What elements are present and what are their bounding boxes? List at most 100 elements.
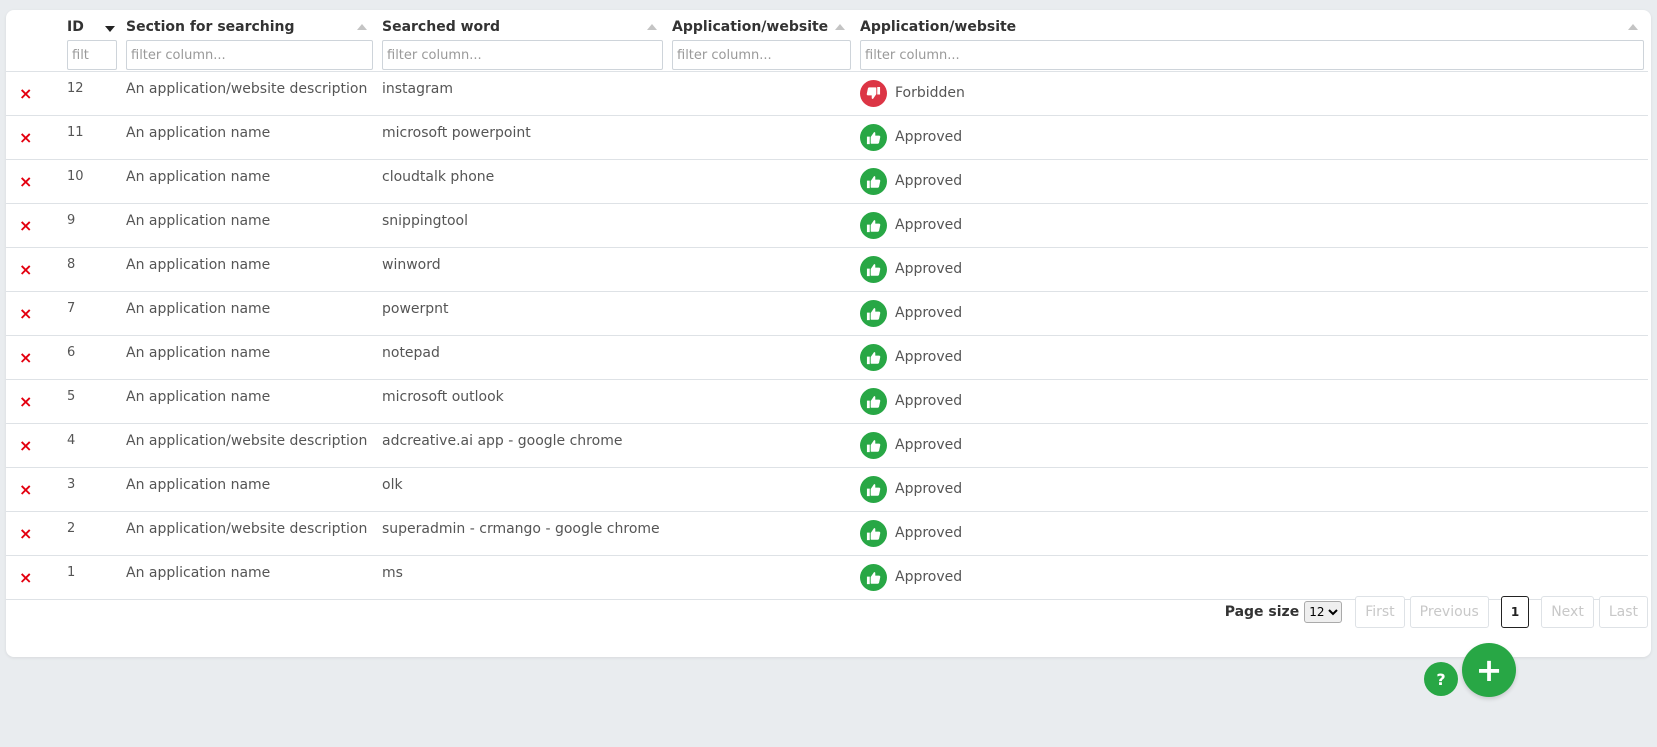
status-label: Approved bbox=[895, 261, 963, 277]
searched-word-cell: instagram bbox=[377, 71, 667, 116]
thumbs-up-icon[interactable] bbox=[860, 343, 887, 371]
actions-cell: × bbox=[6, 423, 62, 468]
thumbs-up-icon[interactable] bbox=[860, 255, 887, 283]
add-record-button[interactable]: + bbox=[1462, 643, 1516, 697]
next-page-button[interactable]: Next bbox=[1541, 596, 1594, 628]
thumbs-up-icon[interactable] bbox=[860, 211, 887, 239]
table-row: × 8 An application name winword Approved bbox=[6, 247, 1648, 292]
searched-word-cell: microsoft outlook bbox=[377, 379, 667, 424]
sort-desc-icon[interactable] bbox=[105, 26, 115, 32]
delete-icon[interactable]: × bbox=[11, 348, 32, 367]
table-row: × 2 An application/website description supe… bbox=[6, 511, 1648, 556]
help-button[interactable]: ? bbox=[1424, 662, 1458, 696]
status-badge: Approved bbox=[860, 563, 1643, 591]
header-id[interactable]: ID bbox=[62, 10, 121, 72]
id-cell: 4 bbox=[62, 423, 121, 468]
status-badge: Approved bbox=[860, 519, 1643, 547]
application-cell bbox=[667, 115, 855, 160]
first-page-button[interactable]: First bbox=[1355, 596, 1405, 628]
header-searched-word[interactable]: Searched word bbox=[377, 10, 667, 72]
thumbs-up-icon[interactable] bbox=[860, 519, 887, 547]
header-id-label[interactable]: ID bbox=[67, 19, 84, 35]
status-label: Approved bbox=[895, 481, 963, 497]
filter-section-input[interactable] bbox=[126, 40, 373, 70]
thumbs-up-icon[interactable] bbox=[860, 167, 887, 195]
status-cell: Approved bbox=[855, 423, 1648, 468]
status-label: Approved bbox=[895, 217, 963, 233]
header-application-label[interactable]: Application/website bbox=[672, 19, 828, 35]
section-cell: An application name bbox=[121, 379, 377, 424]
thumbs-up-icon[interactable] bbox=[860, 431, 887, 459]
filter-id-input[interactable] bbox=[67, 40, 117, 70]
delete-icon[interactable]: × bbox=[11, 524, 32, 543]
table-row: × 4 An application/website description adcr… bbox=[6, 423, 1648, 468]
thumbs-down-icon[interactable] bbox=[860, 79, 887, 107]
sort-asc-icon[interactable] bbox=[1628, 24, 1638, 30]
delete-icon[interactable]: × bbox=[11, 568, 32, 587]
filter-application-input[interactable] bbox=[672, 40, 851, 70]
thumbs-up-icon[interactable] bbox=[860, 299, 887, 327]
status-label: Approved bbox=[895, 129, 963, 145]
status-badge: Approved bbox=[860, 387, 1643, 415]
header-section[interactable]: Section for searching bbox=[121, 10, 377, 72]
searched-word-cell: superadmin - crmango - google chrome bbox=[377, 511, 667, 556]
delete-icon[interactable]: × bbox=[11, 480, 32, 499]
header-section-label[interactable]: Section for searching bbox=[126, 19, 295, 35]
delete-icon[interactable]: × bbox=[11, 260, 32, 279]
header-searched-word-label[interactable]: Searched word bbox=[382, 19, 500, 35]
section-cell: An application name bbox=[121, 247, 377, 292]
section-cell: An application name bbox=[121, 159, 377, 204]
thumbs-up-icon[interactable] bbox=[860, 475, 887, 503]
actions-cell: × bbox=[6, 247, 62, 292]
status-label: Approved bbox=[895, 173, 963, 189]
table-row: × 6 An application name notepad Approved bbox=[6, 335, 1648, 380]
delete-icon[interactable]: × bbox=[11, 128, 32, 147]
delete-icon[interactable]: × bbox=[11, 216, 32, 235]
thumbs-up-icon[interactable] bbox=[860, 387, 887, 415]
id-cell: 2 bbox=[62, 511, 121, 556]
header-application[interactable]: Application/website bbox=[667, 10, 855, 72]
header-application-status[interactable]: Application/website bbox=[855, 10, 1648, 72]
table-row: × 11 An application name microsoft powerpoi… bbox=[6, 115, 1648, 160]
sort-asc-icon[interactable] bbox=[835, 24, 845, 30]
actions-cell: × bbox=[6, 115, 62, 160]
status-cell: Approved bbox=[855, 379, 1648, 424]
status-cell: Approved bbox=[855, 203, 1648, 248]
sort-asc-icon[interactable] bbox=[357, 24, 367, 30]
status-badge: Approved bbox=[860, 211, 1643, 239]
status-badge: Approved bbox=[860, 255, 1643, 283]
application-cell bbox=[667, 423, 855, 468]
delete-icon[interactable]: × bbox=[11, 392, 32, 411]
records-table: ID Section for searching Searched word A… bbox=[6, 10, 1648, 600]
delete-icon[interactable]: × bbox=[11, 84, 32, 103]
status-label: Approved bbox=[895, 305, 963, 321]
thumbs-up-icon[interactable] bbox=[860, 563, 887, 591]
header-application-status-label[interactable]: Application/website bbox=[860, 19, 1016, 35]
status-label: Approved bbox=[895, 349, 963, 365]
filter-searched-word-input[interactable] bbox=[382, 40, 663, 70]
delete-icon[interactable]: × bbox=[11, 304, 32, 323]
delete-icon[interactable]: × bbox=[11, 436, 32, 455]
actions-cell: × bbox=[6, 467, 62, 512]
status-label: Approved bbox=[895, 569, 963, 585]
status-label: Forbidden bbox=[895, 85, 965, 101]
id-cell: 11 bbox=[62, 115, 121, 160]
id-cell: 7 bbox=[62, 291, 121, 336]
last-page-button[interactable]: Last bbox=[1598, 596, 1648, 628]
status-cell: Approved bbox=[855, 247, 1648, 292]
page-size-label: Page size bbox=[1224, 604, 1300, 620]
status-cell: Approved bbox=[855, 335, 1648, 380]
table-row: × 12 An application/website description ins… bbox=[6, 71, 1648, 116]
current-page-button[interactable]: 1 bbox=[1500, 596, 1530, 628]
application-cell bbox=[667, 335, 855, 380]
filter-application-status-input[interactable] bbox=[860, 40, 1644, 70]
status-label: Approved bbox=[895, 437, 963, 453]
section-cell: An application name bbox=[121, 291, 377, 336]
actions-cell: × bbox=[6, 511, 62, 556]
delete-icon[interactable]: × bbox=[11, 172, 32, 191]
sort-asc-icon[interactable] bbox=[647, 24, 657, 30]
thumbs-up-icon[interactable] bbox=[860, 123, 887, 151]
previous-page-button[interactable]: Previous bbox=[1409, 596, 1489, 628]
status-cell: Approved bbox=[855, 511, 1648, 556]
page-size-select[interactable]: 12 bbox=[1304, 601, 1343, 623]
